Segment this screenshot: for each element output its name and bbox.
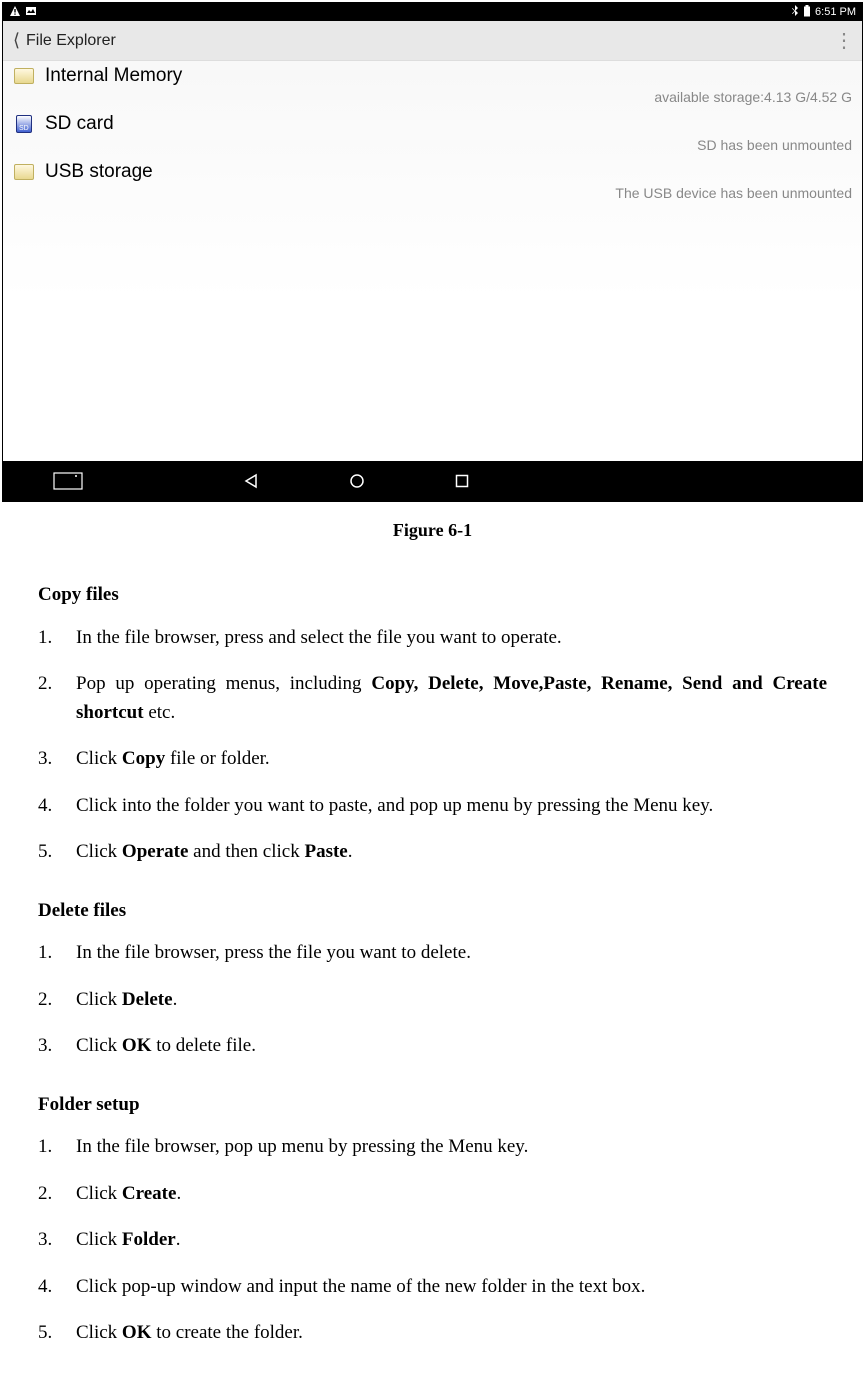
- storage-label: USB storage: [45, 161, 153, 183]
- android-screenshot: 6:51 PM ⟨ File Explorer ⋮ Internal Memor…: [2, 2, 863, 502]
- storage-item-internal[interactable]: Internal Memory available storage:4.13 G…: [3, 61, 862, 109]
- recents-button[interactable]: [455, 473, 469, 489]
- image-icon: [25, 5, 37, 20]
- list-item: In the file browser, pop up menu by pres…: [38, 1133, 827, 1162]
- back-chevron-icon[interactable]: ⟨: [13, 30, 20, 51]
- android-nav-bar: [3, 461, 862, 501]
- storage-item-sd[interactable]: SD card SD has been unmounted: [3, 109, 862, 157]
- storage-status: The USB device has been unmounted: [13, 183, 852, 205]
- storage-list: Internal Memory available storage:4.13 G…: [3, 61, 862, 461]
- list-item: Click OK to create the folder.: [38, 1319, 827, 1348]
- back-button[interactable]: [243, 473, 259, 489]
- overflow-menu-icon[interactable]: ⋮: [834, 28, 852, 53]
- folder-icon: [13, 65, 35, 87]
- status-bar: 6:51 PM: [3, 3, 862, 21]
- clock-time: 6:51 PM: [815, 6, 856, 18]
- list-item: In the file browser, press the file you …: [38, 939, 827, 968]
- home-button[interactable]: [349, 473, 365, 489]
- screenshot-button[interactable]: [53, 472, 83, 490]
- folder-icon: [13, 161, 35, 183]
- list-item: Click Copy file or folder.: [38, 745, 827, 774]
- storage-status: available storage:4.13 G/4.52 G: [13, 87, 852, 109]
- storage-item-usb[interactable]: USB storage The USB device has been unmo…: [3, 157, 862, 205]
- list-item: Click Folder.: [38, 1226, 827, 1255]
- list-item: Click OK to delete file.: [38, 1032, 827, 1061]
- section-heading-delete: Delete files: [38, 897, 827, 926]
- list-item: Click pop-up window and input the name o…: [38, 1273, 827, 1302]
- storage-status: SD has been unmounted: [13, 135, 852, 157]
- storage-label: Internal Memory: [45, 65, 182, 87]
- list-item: Click Operate and then click Paste.: [38, 838, 827, 867]
- battery-icon: [803, 5, 811, 20]
- document-body: Copy files In the file browser, press an…: [0, 581, 865, 1386]
- app-header: ⟨ File Explorer ⋮: [3, 21, 862, 61]
- section-heading-folder: Folder setup: [38, 1091, 827, 1120]
- steps-folder: In the file browser, pop up menu by pres…: [38, 1133, 827, 1348]
- section-heading-copy: Copy files: [38, 581, 827, 610]
- warning-icon: [9, 5, 21, 20]
- list-item: Click Delete.: [38, 986, 827, 1015]
- sd-card-icon: [13, 113, 35, 135]
- bluetooth-icon: [791, 5, 799, 20]
- figure-caption: Figure 6-1: [0, 520, 865, 541]
- storage-label: SD card: [45, 113, 114, 135]
- steps-copy: In the file browser, press and select th…: [38, 624, 827, 867]
- list-item: In the file browser, press and select th…: [38, 624, 827, 653]
- steps-delete: In the file browser, press the file you …: [38, 939, 827, 1061]
- list-item: Click Create.: [38, 1180, 827, 1209]
- list-item: Pop up operating menus, including Copy, …: [38, 670, 827, 727]
- list-item: Click into the folder you want to paste,…: [38, 792, 827, 821]
- app-title: File Explorer: [26, 32, 116, 50]
